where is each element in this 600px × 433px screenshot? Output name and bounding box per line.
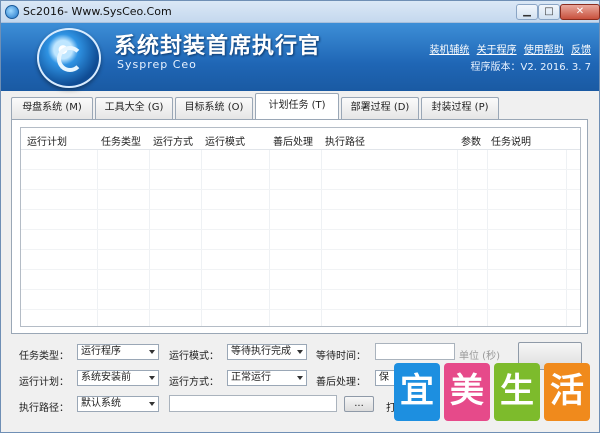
tab-scheduled-tasks[interactable]: 计划任务 (T) xyxy=(255,93,339,119)
link-install-assist[interactable]: 装机辅统 xyxy=(429,45,469,56)
title-bar[interactable]: Sc2016- Www.SysCeo.Com ▁ □ ✕ xyxy=(1,1,600,23)
link-about[interactable]: 关于程序 xyxy=(477,45,517,56)
tab-panel: 运行计划 任务类型 运行方式 运行模式 善后处理 执行路径 参数 任务说明 xyxy=(11,119,588,334)
app-subtitle: Sysprep Ceo xyxy=(117,58,197,71)
main-window: Sc2016- Www.SysCeo.Com ▁ □ ✕ 系统封装首席执行官 S… xyxy=(0,0,600,433)
run-mode-label: 运行模式： xyxy=(169,351,219,362)
watermark-char-1: 宜 xyxy=(394,363,440,421)
task-type-value: 运行程序 xyxy=(81,346,121,357)
app-title: 系统封装首席执行官 xyxy=(114,34,322,59)
list-body xyxy=(21,150,580,326)
chevron-down-icon xyxy=(149,376,155,380)
header-banner: 系统封装首席执行官 Sysprep Ceo 装机辅统 关于程序 使用帮助 反馈 … xyxy=(1,23,599,91)
wait-time-input[interactable] xyxy=(375,343,455,360)
task-list[interactable]: 运行计划 任务类型 运行方式 运行模式 善后处理 执行路径 参数 任务说明 xyxy=(20,127,581,327)
col-cleanup[interactable]: 善后处理 xyxy=(273,133,313,148)
run-method-select[interactable]: 正常运行 xyxy=(227,370,307,386)
task-type-label: 任务类型： xyxy=(19,351,69,362)
link-feedback[interactable]: 反馈 xyxy=(571,45,591,56)
run-mode-value: 等待执行完成 xyxy=(231,346,291,357)
col-params[interactable]: 参数 xyxy=(461,133,481,148)
col-run-plan[interactable]: 运行计划 xyxy=(27,133,67,148)
run-mode-select[interactable]: 等待执行完成 xyxy=(227,344,307,360)
watermark-logo: 宜 美 生 活 xyxy=(394,363,590,421)
tab-toolbox[interactable]: 工具大全 (G) xyxy=(95,97,173,119)
wait-time-label: 等待时间： xyxy=(316,351,366,362)
watermark-char-3: 生 xyxy=(494,363,540,421)
chevron-down-icon xyxy=(149,402,155,406)
watermark-char-2: 美 xyxy=(444,363,490,421)
chevron-down-icon xyxy=(297,376,303,380)
cleanup-value: 保 xyxy=(379,372,389,383)
version-label: 程序版本：V2. 2016. 3. 7 xyxy=(470,62,591,73)
chevron-down-icon xyxy=(297,350,303,354)
tab-master-system[interactable]: 母盘系统 (M) xyxy=(11,97,93,119)
col-task-type[interactable]: 任务类型 xyxy=(101,133,141,148)
watermark-char-4: 活 xyxy=(544,363,590,421)
close-button[interactable]: ✕ xyxy=(560,4,600,20)
app-icon xyxy=(5,5,19,19)
run-plan-select[interactable]: 系统安装前 xyxy=(77,370,159,386)
run-method-label: 运行方式： xyxy=(169,377,219,388)
run-method-value: 正常运行 xyxy=(231,372,271,383)
exec-path-select[interactable]: 默认系统 xyxy=(77,396,159,412)
unit-label: 单位 (秒) xyxy=(459,351,500,362)
exec-path-label: 执行路径： xyxy=(19,403,69,414)
exec-path-value: 默认系统 xyxy=(81,398,121,409)
header-links: 装机辅统 关于程序 使用帮助 反馈 xyxy=(425,41,591,56)
list-header: 运行计划 任务类型 运行方式 运行模式 善后处理 执行路径 参数 任务说明 xyxy=(21,128,580,150)
col-run-mode[interactable]: 运行模式 xyxy=(205,133,245,148)
tab-package-process[interactable]: 封装过程 (P) xyxy=(421,97,499,119)
window-title: Sc2016- Www.SysCeo.Com xyxy=(23,5,172,18)
link-help[interactable]: 使用帮助 xyxy=(524,45,564,56)
tab-deploy-process[interactable]: 部署过程 (D) xyxy=(341,97,419,119)
logo-icon xyxy=(37,28,101,88)
minimize-button[interactable]: ▁ xyxy=(516,4,538,20)
browse-button[interactable]: ... xyxy=(344,396,374,412)
col-exec-path[interactable]: 执行路径 xyxy=(325,133,365,148)
col-run-method[interactable]: 运行方式 xyxy=(153,133,193,148)
path-input[interactable] xyxy=(169,395,337,412)
maximize-button[interactable]: □ xyxy=(538,4,560,20)
tab-target-system[interactable]: 目标系统 (O) xyxy=(175,97,253,119)
cleanup-label: 善后处理： xyxy=(316,377,366,388)
col-description[interactable]: 任务说明 xyxy=(491,133,531,148)
chevron-down-icon xyxy=(149,350,155,354)
run-plan-value: 系统安装前 xyxy=(81,372,131,383)
run-plan-label: 运行计划： xyxy=(19,377,69,388)
task-type-select[interactable]: 运行程序 xyxy=(77,344,159,360)
